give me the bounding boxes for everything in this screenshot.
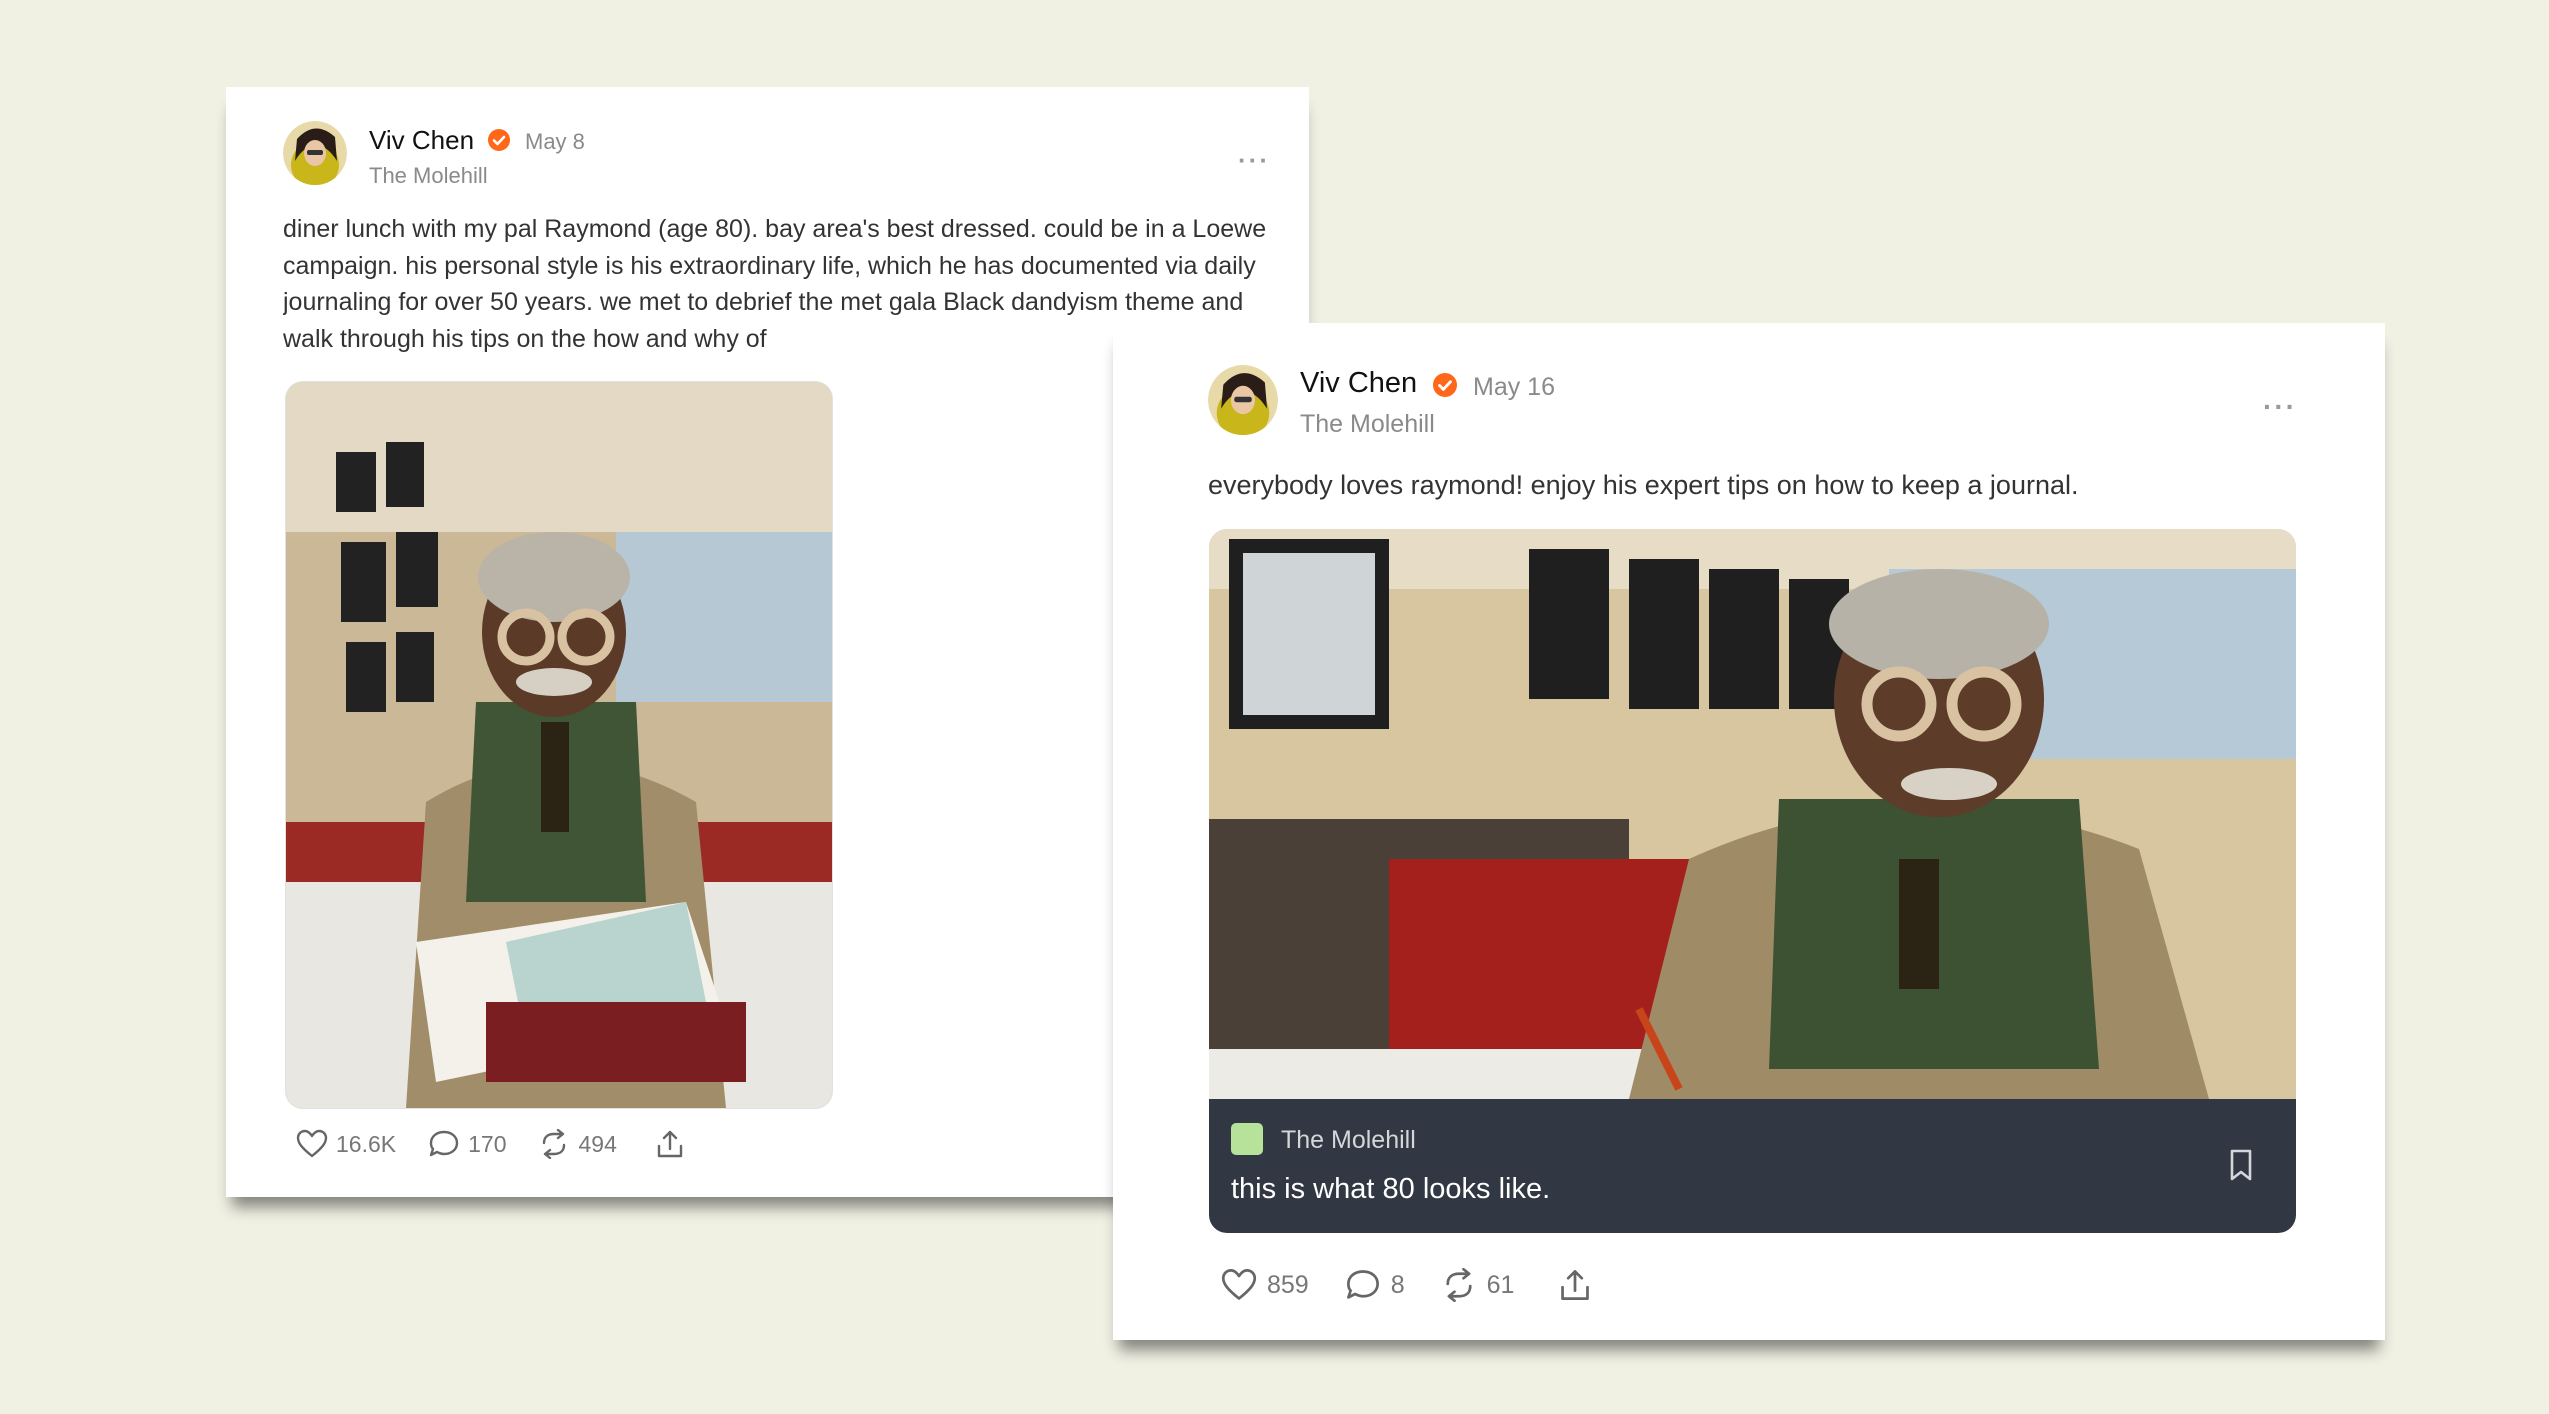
restack-button[interactable]: 61 [1441, 1268, 1515, 1302]
publication-name[interactable]: The Molehill [1300, 410, 1435, 439]
heart-icon [296, 1129, 328, 1159]
post-actions: 859 8 61 [1221, 1268, 1592, 1302]
like-button[interactable]: 16.6K [296, 1129, 396, 1159]
publication-logo [1231, 1123, 1263, 1155]
post-actions: 16.6K 170 494 [296, 1129, 685, 1159]
comment-count: 8 [1390, 1270, 1405, 1299]
publication-name[interactable]: The Molehill [369, 163, 488, 189]
like-count: 859 [1267, 1270, 1309, 1299]
comment-button[interactable]: 170 [428, 1129, 506, 1159]
share-button[interactable] [655, 1129, 685, 1159]
comment-icon [1345, 1268, 1381, 1302]
share-icon [1558, 1268, 1592, 1302]
bookmark-icon[interactable] [2227, 1149, 2255, 1186]
comment-button[interactable]: 8 [1345, 1268, 1405, 1302]
post-card-2: Viv Chen May 16 The Molehill ··· everybo… [1113, 323, 2385, 1340]
like-count: 16.6K [336, 1130, 397, 1157]
verified-icon [1433, 373, 1457, 402]
more-icon[interactable]: ··· [2263, 391, 2297, 423]
author-name[interactable]: Viv Chen [369, 125, 474, 156]
restack-count: 494 [578, 1130, 617, 1157]
verified-icon [488, 129, 510, 156]
post-photo[interactable] [285, 381, 833, 1109]
restack-count: 61 [1486, 1270, 1515, 1299]
author-name[interactable]: Viv Chen [1300, 367, 1417, 400]
author-avatar[interactable] [1208, 365, 1278, 435]
post-date[interactable]: May 16 [1473, 373, 1555, 402]
embed-publication-name[interactable]: The Molehill [1281, 1126, 1416, 1155]
share-button[interactable] [1558, 1268, 1592, 1302]
share-icon [655, 1129, 685, 1159]
post-text: everybody loves raymond! enjoy his exper… [1208, 470, 2079, 500]
author-avatar[interactable] [283, 121, 347, 185]
restack-button[interactable]: 494 [538, 1129, 617, 1159]
like-button[interactable]: 859 [1221, 1268, 1309, 1302]
embedded-post-caption[interactable]: The Molehill this is what 80 looks like. [1209, 1099, 2296, 1233]
heart-icon [1221, 1268, 1257, 1302]
restack-icon [538, 1129, 570, 1159]
post-date[interactable]: May 8 [525, 129, 585, 155]
comment-count: 170 [468, 1130, 507, 1157]
embed-post-title[interactable]: this is what 80 looks like. [1231, 1173, 1550, 1206]
restack-icon [1441, 1268, 1477, 1302]
more-icon[interactable]: ··· [1238, 145, 1270, 176]
embedded-post-photo[interactable] [1209, 529, 2296, 1099]
comment-icon [428, 1129, 460, 1159]
